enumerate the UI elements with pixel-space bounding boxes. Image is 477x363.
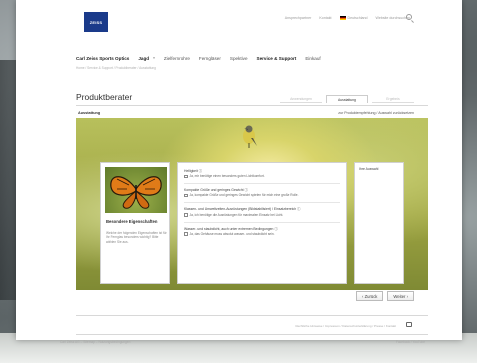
- chevron-down-icon: ▾: [153, 56, 155, 60]
- search-icon[interactable]: [406, 14, 412, 20]
- nav-item-shopping[interactable]: Einkauf: [305, 56, 320, 61]
- footer-left-links[interactable]: Carl Zeiss AG – Sitemap – Nutzungsbeding…: [60, 340, 130, 344]
- top-link-country[interactable]: Deutschland: [339, 16, 368, 21]
- divider: [184, 202, 340, 204]
- question-label: Kompakte Größe und geringes Gewicht ⓘ: [184, 188, 248, 193]
- checkbox[interactable]: [184, 193, 188, 198]
- wizard-buttons: ‹ Zurück Weiter ›: [356, 291, 414, 301]
- option-text: Ja, das Gehäuse muss absolut wasser- und…: [189, 231, 275, 236]
- page-title: Produktberater: [76, 92, 133, 102]
- main-nav: Carl Zeiss Sports Optics Jagd ▾ Zielfern…: [76, 56, 321, 61]
- divider: [184, 183, 340, 185]
- checkbox[interactable]: [184, 174, 188, 179]
- step-tab-equipment[interactable]: Ausstattung: [326, 95, 368, 103]
- nav-item-riflescopes[interactable]: Zielfernrohre: [164, 56, 190, 61]
- nav-item-sports-optics[interactable]: Carl Zeiss Sports Optics: [76, 56, 129, 61]
- top-link-contact-person[interactable]: Ansprechpartner: [285, 16, 312, 20]
- nav-item-service-support[interactable]: Service & Support: [257, 56, 297, 61]
- next-button[interactable]: Weiter ›: [387, 291, 414, 301]
- recommendation-link[interactable]: zur Produktempfehlung / Auswahl zurückse…: [338, 111, 414, 115]
- info-card-text: Welche der folgenden Eigenschaften ist f…: [106, 231, 167, 244]
- divider: [76, 315, 428, 316]
- step-tabs: Anwendungen Ausstattung Ergebnis: [280, 95, 414, 103]
- divider: [184, 221, 340, 223]
- flag-icon: [339, 16, 346, 21]
- top-link-contact[interactable]: Kontakt: [319, 16, 331, 20]
- footer-links[interactable]: Rechtliche Hinweise / Impressum / Datens…: [295, 324, 396, 328]
- country-label: Deutschland: [347, 16, 368, 20]
- divider: [76, 334, 428, 335]
- question-item: Wasser- und staubdicht, auch unter extre…: [184, 227, 340, 236]
- top-links: Ansprechpartner Kontakt Deutschland Webs…: [285, 16, 411, 21]
- breadcrumb[interactable]: Home / Service & Support / Produktberate…: [76, 66, 156, 70]
- step-tab-applications[interactable]: Anwendungen: [280, 95, 322, 103]
- nav-item-hunting[interactable]: Jagd: [138, 56, 149, 61]
- back-button[interactable]: ‹ Zurück: [356, 291, 384, 301]
- nav-item-binoculars[interactable]: Ferngläser: [199, 56, 221, 61]
- question-label: Wasser- und staubdicht, auch unter extre…: [184, 226, 278, 231]
- info-card: Besondere Eigenschaften Welche der folge…: [100, 162, 170, 284]
- option-text: Ja, mir benötige einen besonders guten L…: [189, 174, 265, 179]
- bird-image: [243, 125, 257, 148]
- question-item: Helligkeit ⓘ Ja, mir benötige einen beso…: [184, 169, 340, 179]
- option-text: Ja, ich benötige die Ausrüstungen für ma…: [189, 212, 284, 217]
- question-option[interactable]: Ja, mir benötige einen besonders guten L…: [184, 174, 340, 179]
- nav-item-spotting-scopes[interactable]: Spektive: [230, 56, 248, 61]
- question-option[interactable]: Ja, das Gehäuse muss absolut wasser- und…: [184, 232, 340, 236]
- question-label: Helligkeit ⓘ: [184, 169, 203, 173]
- option-text: Ja, kompakte Größe und geringes Gewicht …: [189, 193, 299, 198]
- footer-social-links[interactable]: Facebook / YouTube: [396, 340, 425, 344]
- checkbox[interactable]: [184, 232, 188, 236]
- hero-image: Besondere Eigenschaften Welche der folge…: [76, 118, 428, 290]
- selection-card: Ihre Auswahl: [354, 162, 404, 284]
- page-container: ZEISS Ansprechpartner Kontakt Deutschlan…: [16, 0, 462, 340]
- section-label: Ausstattung: [78, 111, 101, 115]
- question-option[interactable]: Ja, ich benötige die Ausrüstungen für ma…: [184, 213, 340, 217]
- step-tab-result[interactable]: Ergebnis: [372, 95, 414, 103]
- question-option[interactable]: Ja, kompakte Größe und geringes Gewicht …: [184, 193, 340, 198]
- zeiss-logo[interactable]: ZEISS: [84, 12, 108, 32]
- checkbox[interactable]: [184, 213, 188, 217]
- info-card-title: Besondere Eigenschaften: [106, 219, 158, 224]
- questions-card: Helligkeit ⓘ Ja, mir benötige einen beso…: [177, 162, 347, 284]
- butterfly-image: [105, 167, 167, 213]
- question-label: Klassen- und Umweltzeiten-Ausrüstungen (…: [184, 207, 301, 212]
- question-item: Klassen- und Umweltzeiten-Ausrüstungen (…: [184, 207, 340, 217]
- selection-title: Ihre Auswahl: [359, 167, 379, 171]
- print-icon[interactable]: [406, 322, 412, 327]
- question-item: Kompakte Größe und geringes Gewicht ⓘ Ja…: [184, 188, 340, 198]
- top-link-search[interactable]: Website durchsuchen: [376, 16, 411, 20]
- divider: [76, 105, 428, 106]
